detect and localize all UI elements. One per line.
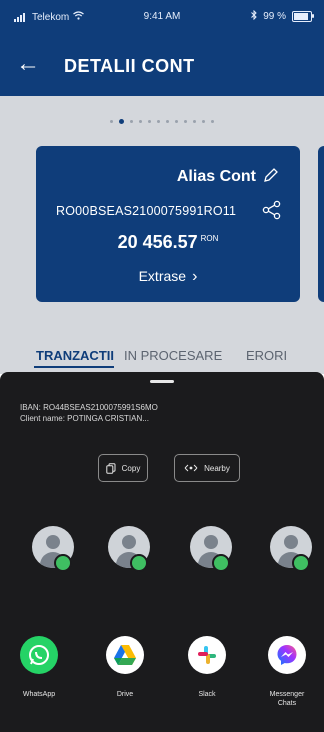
drive-icon[interactable] xyxy=(106,636,144,674)
messenger-label-sub: Chats xyxy=(277,700,297,707)
whatsapp-label: WhatsApp xyxy=(22,691,56,698)
contact-app-badge xyxy=(54,554,72,572)
pager-dot[interactable] xyxy=(157,120,160,123)
whatsapp-icon[interactable] xyxy=(20,636,58,674)
drive-label: Drive xyxy=(116,691,134,698)
nearby-icon xyxy=(184,464,198,472)
status-bar: Telekom 9:41 AM 99 % xyxy=(0,0,324,34)
shared-iban-line: IBAN: RO44BSEAS2100075991S6MO xyxy=(20,403,158,412)
contact-app-badge xyxy=(212,554,230,572)
battery-icon xyxy=(292,11,314,22)
next-account-card[interactable] xyxy=(318,146,324,302)
pager-dot[interactable] xyxy=(119,119,124,124)
pager-dot[interactable] xyxy=(130,120,133,123)
pager-dot[interactable] xyxy=(193,120,196,123)
account-alias: Alias Cont xyxy=(176,168,256,185)
account-balance: 20 456.57 RON xyxy=(36,232,300,253)
pager-dot[interactable] xyxy=(166,120,169,123)
account-card[interactable]: Alias Cont RO00BSEAS2100075991RO11 20 45… xyxy=(36,146,300,302)
pager-dot[interactable] xyxy=(110,120,113,123)
nearby-label: Nearby xyxy=(204,463,230,473)
copy-icon xyxy=(105,462,116,474)
statements-label: Extrase xyxy=(138,268,187,284)
shared-client-line: Client name: POTINGA CRISTIAN... xyxy=(20,414,149,423)
contact-app-badge xyxy=(292,554,310,572)
pager-dot[interactable] xyxy=(184,120,187,123)
bluetooth-icon xyxy=(251,9,257,23)
slack-icon[interactable] xyxy=(188,636,226,674)
tab-tranzactii[interactable]: TRANZACTII xyxy=(36,348,114,363)
messenger-label: Messenger Chats xyxy=(252,690,322,708)
copy-label: Copy xyxy=(121,463,141,473)
edit-pencil-icon[interactable] xyxy=(262,166,280,184)
contact-app-badge xyxy=(130,554,148,572)
status-right: 99 % xyxy=(251,9,314,23)
battery-percent: 99 % xyxy=(263,11,286,22)
card-pager[interactable] xyxy=(0,119,324,124)
balance-currency: RON xyxy=(200,234,219,243)
copy-button[interactable]: Copy xyxy=(98,454,148,482)
shared-content-preview: IBAN: RO44BSEAS2100075991S6MO Client nam… xyxy=(20,402,158,424)
page-title: DETALII CONT xyxy=(64,56,195,76)
app-header: ← DETALII CONT xyxy=(0,34,324,96)
pager-dot[interactable] xyxy=(175,120,178,123)
back-arrow-icon[interactable]: ← xyxy=(16,52,40,76)
tab-in-procesare[interactable]: IN PROCESARE xyxy=(124,348,222,363)
pager-dot[interactable] xyxy=(139,120,142,123)
balance-amount: 20 456.57 xyxy=(117,232,198,252)
pager-dot[interactable] xyxy=(211,120,214,123)
account-iban: RO00BSEAS2100075991RO11 xyxy=(56,204,237,218)
messenger-label-name: Messenger xyxy=(269,691,305,698)
pager-dot[interactable] xyxy=(202,120,205,123)
share-sheet: IBAN: RO44BSEAS2100075991S6MO Client nam… xyxy=(0,372,324,732)
active-tab-indicator xyxy=(34,366,114,368)
share-icon[interactable] xyxy=(262,200,282,220)
slack-label: Slack xyxy=(198,691,216,698)
chevron-right-icon: › xyxy=(192,268,198,285)
nearby-share-button[interactable]: Nearby xyxy=(174,454,240,482)
tab-erori[interactable]: ERORI xyxy=(246,348,287,363)
pager-dot[interactable] xyxy=(148,120,151,123)
statements-link[interactable]: Extrase › xyxy=(36,268,300,286)
messenger-icon[interactable] xyxy=(268,636,306,674)
sheet-drag-handle[interactable] xyxy=(150,380,174,383)
